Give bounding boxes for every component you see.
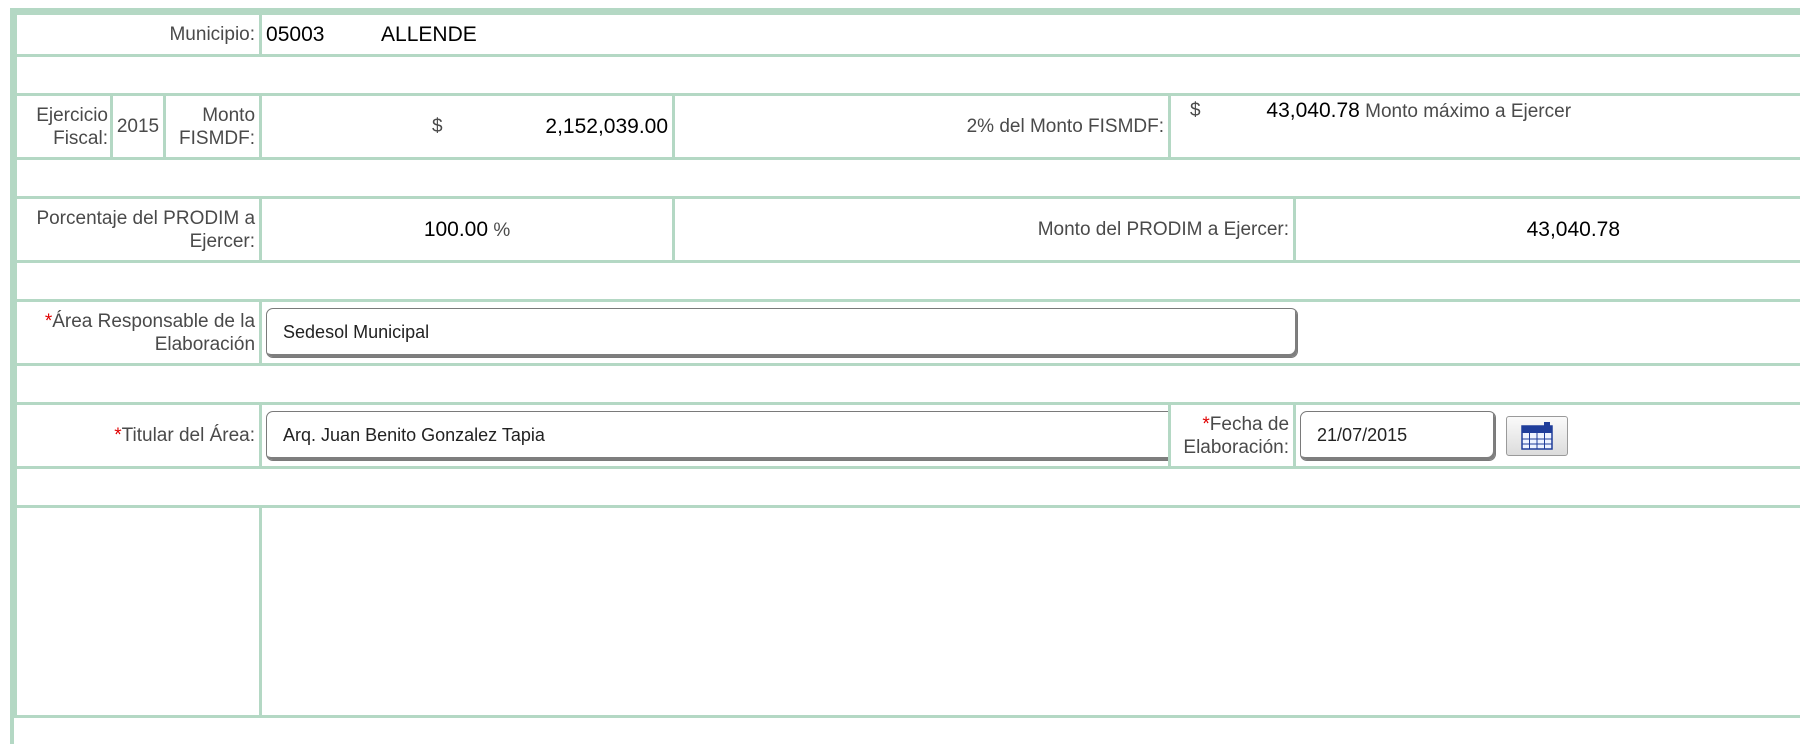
- calendar-button[interactable]: [1506, 415, 1569, 456]
- area-field-cell: Sedesol Municipal: [259, 299, 1800, 366]
- titular-label: *Titular del Área:: [14, 402, 263, 469]
- municipio-value: 05003 ALLENDE: [259, 12, 1800, 57]
- prodim-pct-cell: 100.00 %: [259, 196, 676, 263]
- prodim-pct-value: 100.00: [423, 217, 489, 241]
- row-montos: Ejercicio Fiscal: 2015 Monto FISMDF: $ 2…: [14, 93, 1800, 160]
- municipio-name: ALLENDE: [381, 22, 477, 46]
- dos-por-ciento-note: Monto máximo a Ejercer: [1365, 101, 1572, 122]
- fecha-required-mark: *: [1202, 413, 1210, 435]
- form-frame: Municipio: 05003 ALLENDE Ejercicio Fiscal…: [10, 8, 1800, 744]
- dos-por-ciento-currency: $: [1190, 100, 1201, 121]
- area-input[interactable]: Sedesol Municipal: [266, 307, 1299, 358]
- municipio-code: 05003: [266, 22, 325, 46]
- fecha-input[interactable]: 21/07/2015: [1300, 410, 1497, 461]
- spacer-row: [14, 466, 1800, 508]
- area-label-text: Área Responsable de la Elaboración: [52, 310, 256, 355]
- fecha-label: *Fecha de Elaboración:: [1168, 402, 1297, 469]
- row-municipio: Municipio: 05003 ALLENDE: [14, 12, 1800, 57]
- prodim-monto-label: Monto del PRODIM a Ejercer:: [672, 196, 1297, 263]
- titular-label-text: Titular del Área:: [121, 425, 256, 446]
- prodim-form-table: Municipio: 05003 ALLENDE Ejercicio Fiscal…: [14, 12, 1800, 718]
- fecha-label-text: Fecha de Elaboración:: [1183, 413, 1290, 458]
- municipio-label: Municipio:: [14, 12, 263, 57]
- dos-por-ciento-value: 43,040.78: [1266, 99, 1360, 122]
- monto-fismdf-currency: $: [432, 116, 443, 137]
- prodim-pct-unit: %: [493, 219, 511, 241]
- dos-por-ciento-label: 2% del Monto FISMDF:: [672, 93, 1172, 160]
- dos-por-ciento-cell: $ 43,040.78 Monto máximo a Ejercer: [1168, 93, 1800, 160]
- row-area: *Área Responsable de la Elaboración Sede…: [14, 299, 1800, 366]
- prodim-monto-cell: 43,040.78: [1293, 196, 1800, 263]
- spacer-row: [14, 157, 1800, 199]
- monto-fismdf-cell: $ 2,152,039.00: [259, 93, 676, 160]
- row-titular: *Titular del Área: Arq. Juan Benito Gonz…: [14, 402, 1800, 469]
- empty-label-cell: [14, 505, 263, 718]
- titular-field-cell: Arq. Juan Benito Gonzalez Tapia: [259, 402, 1172, 469]
- titular-required-mark: *: [114, 425, 122, 446]
- fecha-field-cell: 21/07/2015: [1293, 402, 1800, 469]
- row-empty: [14, 505, 1800, 718]
- prodim-monto-value: 43,040.78: [1526, 218, 1621, 241]
- prodim-pct-label: Porcentaje del PRODIM a Ejercer:: [14, 196, 263, 263]
- ejercicio-label: Ejercicio Fiscal:: [14, 93, 113, 160]
- calendar-icon: [1521, 421, 1553, 450]
- row-prodim: Porcentaje del PRODIM a Ejercer: 100.00 …: [14, 196, 1800, 263]
- spacer-row: [14, 54, 1800, 96]
- ejercicio-value: 2015: [110, 93, 166, 160]
- monto-fismdf-value: 2,152,039.00: [545, 115, 669, 138]
- area-label: *Área Responsable de la Elaboración: [14, 299, 263, 366]
- spacer-row: [14, 260, 1800, 302]
- titular-input[interactable]: Arq. Juan Benito Gonzalez Tapia: [266, 410, 1167, 461]
- spacer-row: [14, 363, 1800, 405]
- dos-por-ciento-amount: 43,040.78 Monto máximo a Ejercer: [1266, 99, 1571, 123]
- empty-content-cell: [259, 505, 1800, 718]
- monto-fismdf-label: Monto FISMDF:: [162, 93, 263, 160]
